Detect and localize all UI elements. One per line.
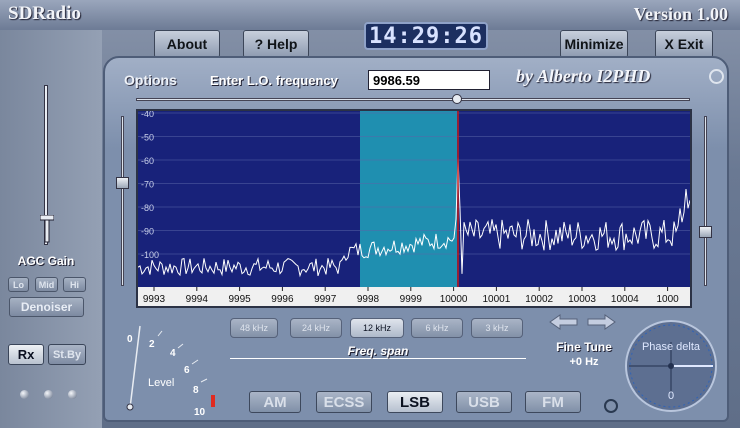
y-tick-label: -100	[141, 250, 159, 260]
lo-frequency-input[interactable]	[368, 70, 490, 90]
phase-delta-label: Phase delta	[641, 341, 701, 353]
y-tick-label: -80	[141, 203, 154, 213]
span-3khz-button[interactable]: 3 kHz	[471, 318, 523, 338]
denoiser-button[interactable]: Denoiser	[9, 297, 84, 317]
x-tick-label: 9994	[186, 294, 209, 305]
level-meter	[126, 325, 215, 411]
mode-fm-button[interactable]: FM	[525, 391, 581, 413]
standby-button[interactable]: St.By	[48, 344, 86, 365]
level-peak-indicator	[211, 395, 215, 407]
status-led	[20, 390, 29, 399]
agc-lo-button[interactable]: Lo	[8, 277, 29, 292]
passband-highlight	[360, 111, 457, 287]
circle-icon	[709, 69, 724, 84]
y-tick-label: -40	[141, 111, 154, 119]
level-tick: 4	[170, 348, 176, 359]
spectrum-display[interactable]: -40 -50 -60 -70 -80 -90 -100 9993 9994 9995 9996 9…	[136, 109, 692, 308]
spectrum-gain-slider[interactable]	[704, 116, 707, 286]
lo-frequency-label: Enter L.O. frequency	[210, 73, 338, 88]
author-signature: by Alberto I2PHD	[516, 66, 651, 86]
x-tick-label: 9995	[228, 294, 251, 305]
about-button[interactable]: About	[154, 30, 220, 58]
mode-lsb-button[interactable]: LSB	[387, 391, 443, 413]
help-button[interactable]: ? Help	[243, 30, 309, 58]
spectrum-offset-knob[interactable]	[116, 177, 129, 189]
fine-tune-value: +0 Hz	[569, 356, 599, 368]
x-tick-label: 10004	[611, 294, 639, 305]
agc-hi-button[interactable]: Hi	[63, 277, 86, 292]
phase-delta-value: 0	[667, 390, 675, 402]
freq-span-label: Freq. span	[230, 344, 526, 359]
span-24khz-button[interactable]: 24 kHz	[290, 318, 342, 338]
x-tick-label: 10000	[440, 294, 468, 305]
version-label: Version 1.00	[633, 4, 728, 24]
x-tick-label: 9997	[314, 294, 337, 305]
y-tick-label: -90	[141, 227, 154, 237]
options-menu[interactable]: Options	[124, 72, 177, 88]
tuning-slider-knob[interactable]	[452, 94, 462, 104]
spectrum-plot[interactable]: -40 -50 -60 -70 -80 -90 -100 9993 9994 9995 9996 9…	[138, 111, 690, 306]
fine-tune-label: Fine Tune	[556, 340, 612, 354]
clock-display: 14:29:26	[364, 22, 488, 50]
x-tick-label: 9996	[271, 294, 294, 305]
exit-button[interactable]: X Exit	[655, 30, 713, 58]
x-tick-label: 1000	[656, 294, 679, 305]
x-tick-label: 9993	[143, 294, 166, 305]
minimize-button[interactable]: Minimize	[560, 30, 628, 58]
agc-mid-button[interactable]: Mid	[35, 277, 58, 292]
arrow-right-icon[interactable]	[586, 314, 616, 330]
level-tick: 6	[184, 365, 190, 376]
x-tick-label: 10002	[525, 294, 553, 305]
x-tick-label: 10001	[482, 294, 510, 305]
x-tick-label: 10003	[568, 294, 596, 305]
tuning-slider-track[interactable]	[136, 98, 690, 101]
rx-button[interactable]: Rx	[8, 344, 44, 365]
level-tick: 8	[193, 385, 199, 396]
mode-am-button[interactable]: AM	[249, 391, 301, 413]
level-tick: 0	[127, 334, 133, 345]
span-48khz-button[interactable]: 48 kHz	[230, 318, 278, 338]
arrow-left-icon[interactable]	[549, 314, 579, 330]
x-tick-label: 9998	[357, 294, 380, 305]
span-12khz-button[interactable]: 12 kHz	[350, 318, 404, 338]
status-led	[44, 390, 53, 399]
spectrum-gain-knob[interactable]	[699, 226, 712, 238]
agc-gain-label: AGC Gain	[17, 254, 75, 268]
agc-slider-knob[interactable]	[40, 215, 54, 243]
mode-ecss-button[interactable]: ECSS	[316, 391, 372, 413]
y-tick-label: -60	[141, 156, 154, 166]
x-tick-label: 9999	[400, 294, 423, 305]
status-led	[68, 390, 77, 399]
spectrum-offset-slider[interactable]	[121, 116, 124, 286]
mode-usb-button[interactable]: USB	[456, 391, 512, 413]
y-tick-label: -50	[141, 133, 154, 143]
mode-indicator-icon	[604, 399, 618, 413]
level-tick: 10	[194, 407, 206, 418]
y-tick-label: -70	[141, 180, 154, 190]
level-label: Level	[148, 377, 175, 389]
level-tick: 2	[149, 339, 155, 350]
span-6khz-button[interactable]: 6 kHz	[411, 318, 463, 338]
app-title: SDRadio	[8, 3, 81, 24]
